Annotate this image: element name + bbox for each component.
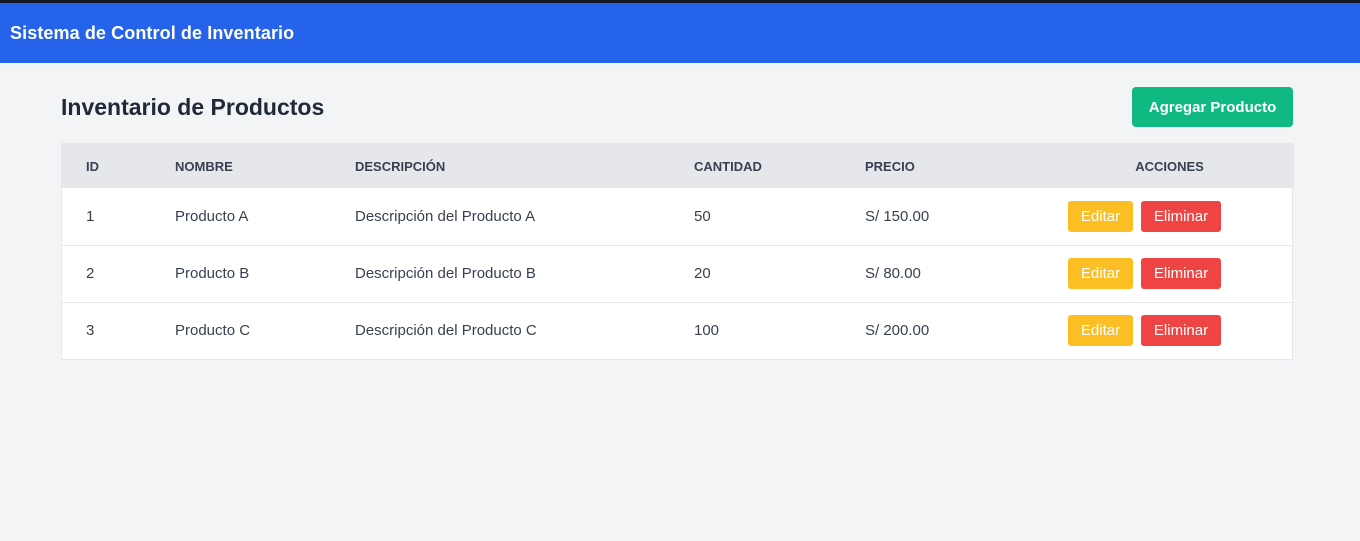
cell-quantity: 100 — [694, 322, 720, 340]
table-row: 3 Producto C Descripción del Producto C … — [62, 302, 1294, 359]
table-header: ID NOMBRE DESCRIPCIÓN CANTIDAD PRECIO AC… — [62, 144, 1294, 188]
cell-description: Descripción del Producto A — [355, 207, 536, 225]
add-product-button[interactable]: Agregar Producto — [1132, 87, 1293, 127]
cell-price: S/ 200.00 — [865, 322, 930, 340]
delete-button[interactable]: Eliminar — [1141, 200, 1221, 232]
cell-name: Producto A — [175, 207, 249, 225]
cell-actions: Editar Eliminar — [1045, 188, 1294, 245]
column-header-price: PRECIO — [865, 158, 915, 174]
cell-name: Producto C — [175, 322, 251, 340]
page-title: Inventario de Productos — [61, 94, 325, 120]
column-header-name: NOMBRE — [175, 158, 233, 174]
cell-id: 1 — [86, 207, 95, 225]
edit-button[interactable]: Editar — [1068, 258, 1133, 289]
table-body: 1 Producto A Descripción del Producto A … — [62, 188, 1294, 359]
edit-button[interactable]: Editar — [1068, 315, 1133, 347]
table-header-row: ID NOMBRE DESCRIPCIÓN CANTIDAD PRECIO AC… — [62, 144, 1294, 188]
cell-quantity: 20 — [694, 265, 711, 282]
column-header-id: ID — [86, 158, 99, 174]
cell-actions: Editar Eliminar — [1045, 302, 1294, 359]
navbar: Sistema de Control de Inventario — [0, 3, 1360, 63]
cell-id: 3 — [86, 322, 95, 340]
cell-description: Descripción del Producto B — [355, 265, 536, 282]
inventory-table: ID NOMBRE DESCRIPCIÓN CANTIDAD PRECIO AC… — [61, 143, 1294, 360]
cell-id: 2 — [86, 265, 95, 282]
cell-description: Descripción del Producto C — [355, 322, 537, 340]
column-header-actions: ACCIONES — [1135, 158, 1204, 174]
app-brand[interactable]: Sistema de Control de Inventario — [10, 23, 294, 44]
delete-button[interactable]: Eliminar — [1141, 258, 1221, 289]
cell-price: S/ 150.00 — [865, 207, 930, 225]
column-header-quantity: CANTIDAD — [694, 158, 762, 174]
cell-quantity: 50 — [694, 207, 711, 225]
cell-name: Producto B — [175, 265, 250, 282]
cell-actions: Editar Eliminar — [1045, 245, 1294, 302]
delete-button[interactable]: Eliminar — [1141, 315, 1221, 347]
column-header-description: DESCRIPCIÓN — [355, 158, 446, 174]
table-row: 2 Producto B Descripción del Producto B … — [62, 245, 1294, 302]
cell-price: S/ 80.00 — [865, 265, 921, 282]
table-row: 1 Producto A Descripción del Producto A … — [62, 188, 1294, 245]
products-table: ID NOMBRE DESCRIPCIÓN CANTIDAD PRECIO AC… — [62, 144, 1294, 359]
edit-button[interactable]: Editar — [1068, 200, 1133, 232]
